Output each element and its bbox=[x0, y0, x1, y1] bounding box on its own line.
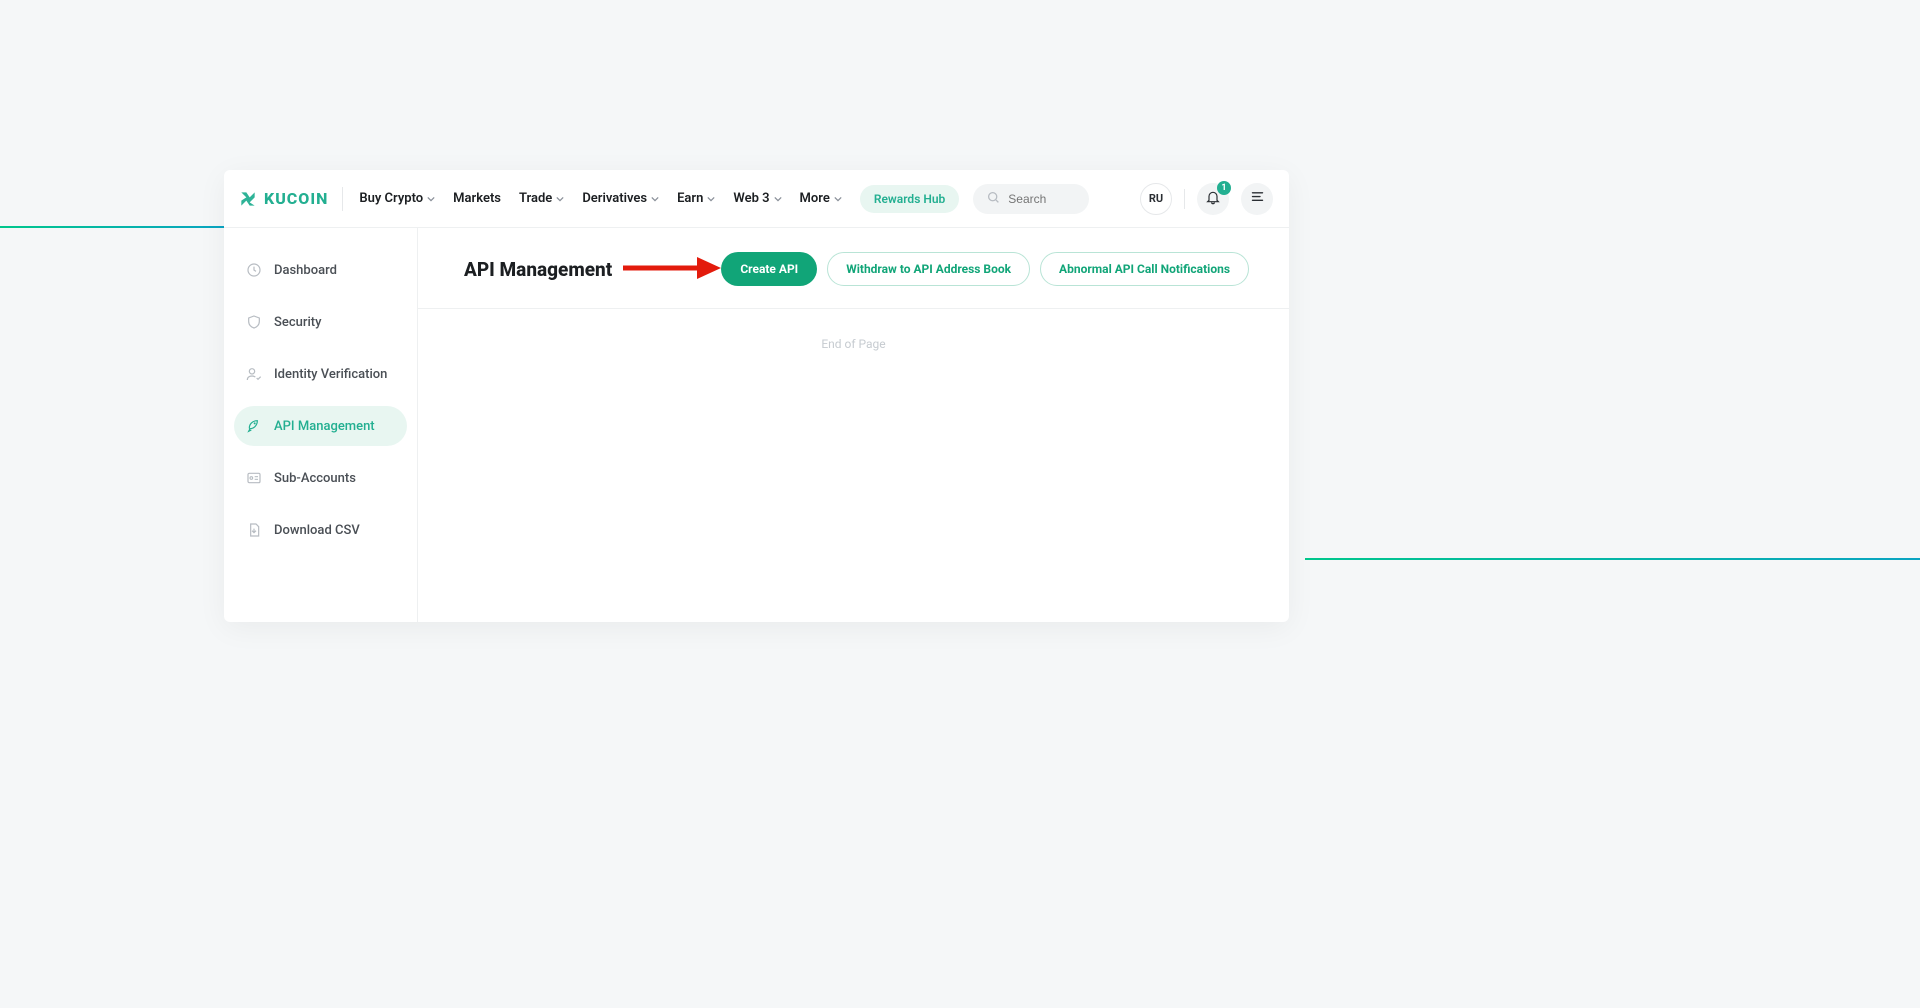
sidebar-item-label: Identity Verification bbox=[274, 367, 387, 382]
logo-text: KUCOIN bbox=[264, 189, 328, 208]
end-of-page-text: End of Page bbox=[418, 309, 1289, 351]
menu-icon bbox=[1250, 189, 1265, 208]
kucoin-logo-icon bbox=[238, 189, 258, 209]
nav-earn[interactable]: Earn bbox=[677, 191, 715, 206]
header: KUCOIN Buy Crypto Markets Trade Derivati… bbox=[224, 170, 1289, 228]
decorative-gradient-left bbox=[0, 226, 224, 228]
notification-badge: 1 bbox=[1217, 181, 1231, 195]
search-box[interactable] bbox=[973, 184, 1089, 214]
header-right: RU 1 bbox=[1140, 183, 1273, 215]
sidebar-item-dashboard[interactable]: Dashboard bbox=[234, 250, 407, 290]
nav-label: Derivatives bbox=[582, 191, 647, 206]
clock-icon bbox=[246, 262, 262, 278]
divider bbox=[1184, 189, 1185, 209]
rewards-hub-button[interactable]: Rewards Hub bbox=[860, 185, 959, 213]
sidebar-item-identity[interactable]: Identity Verification bbox=[234, 354, 407, 394]
decorative-gradient-right bbox=[1305, 558, 1920, 560]
notifications-button[interactable]: 1 bbox=[1197, 183, 1229, 215]
rocket-icon bbox=[246, 418, 262, 434]
sidebar-item-security[interactable]: Security bbox=[234, 302, 407, 342]
nav-label: Trade bbox=[519, 191, 552, 206]
sidebar-item-label: Security bbox=[274, 315, 321, 330]
chevron-down-icon bbox=[651, 195, 659, 203]
nav-label: Markets bbox=[453, 191, 501, 206]
page-title: API Management bbox=[464, 258, 612, 281]
sidebar: Dashboard Security Identity Verification… bbox=[224, 228, 418, 622]
chevron-down-icon bbox=[774, 195, 782, 203]
abnormal-notifications-button[interactable]: Abnormal API Call Notifications bbox=[1040, 252, 1249, 286]
shield-icon bbox=[246, 314, 262, 330]
sidebar-item-label: Sub-Accounts bbox=[274, 471, 356, 486]
logo[interactable]: KUCOIN bbox=[238, 187, 343, 211]
nav-derivatives[interactable]: Derivatives bbox=[582, 191, 659, 206]
sidebar-item-api-management[interactable]: API Management bbox=[234, 406, 407, 446]
search-icon bbox=[987, 189, 1000, 208]
page-header: API Management Create API Withdraw to AP… bbox=[418, 228, 1289, 309]
user-check-icon bbox=[246, 366, 262, 382]
nav-web3[interactable]: Web 3 bbox=[733, 191, 781, 206]
sidebar-item-label: Dashboard bbox=[274, 263, 337, 278]
app-window: KUCOIN Buy Crypto Markets Trade Derivati… bbox=[224, 170, 1289, 622]
language-button[interactable]: RU bbox=[1140, 183, 1172, 215]
sidebar-item-label: API Management bbox=[274, 419, 375, 434]
page-actions: Create API Withdraw to API Address Book … bbox=[721, 252, 1249, 286]
top-nav: Buy Crypto Markets Trade Derivatives Ear… bbox=[359, 191, 842, 206]
menu-button[interactable] bbox=[1241, 183, 1273, 215]
nav-buy-crypto[interactable]: Buy Crypto bbox=[359, 191, 435, 206]
sidebar-item-label: Download CSV bbox=[274, 523, 360, 538]
accounts-icon bbox=[246, 470, 262, 486]
sidebar-item-download-csv[interactable]: Download CSV bbox=[234, 510, 407, 550]
nav-label: Buy Crypto bbox=[359, 191, 423, 206]
nav-label: Earn bbox=[677, 191, 703, 206]
chevron-down-icon bbox=[707, 195, 715, 203]
file-download-icon bbox=[246, 522, 262, 538]
search-input[interactable] bbox=[1008, 192, 1075, 206]
nav-label: More bbox=[800, 191, 830, 206]
nav-trade[interactable]: Trade bbox=[519, 191, 564, 206]
main-content: API Management Create API Withdraw to AP… bbox=[418, 228, 1289, 622]
nav-label: Web 3 bbox=[733, 191, 769, 206]
nav-markets[interactable]: Markets bbox=[453, 191, 501, 206]
chevron-down-icon bbox=[427, 195, 435, 203]
annotation-arrow-icon bbox=[621, 255, 721, 281]
chevron-down-icon bbox=[834, 195, 842, 203]
nav-more[interactable]: More bbox=[800, 191, 842, 206]
create-api-button[interactable]: Create API bbox=[721, 252, 817, 286]
body: Dashboard Security Identity Verification… bbox=[224, 228, 1289, 622]
chevron-down-icon bbox=[556, 195, 564, 203]
withdraw-address-book-button[interactable]: Withdraw to API Address Book bbox=[827, 252, 1030, 286]
sidebar-item-sub-accounts[interactable]: Sub-Accounts bbox=[234, 458, 407, 498]
